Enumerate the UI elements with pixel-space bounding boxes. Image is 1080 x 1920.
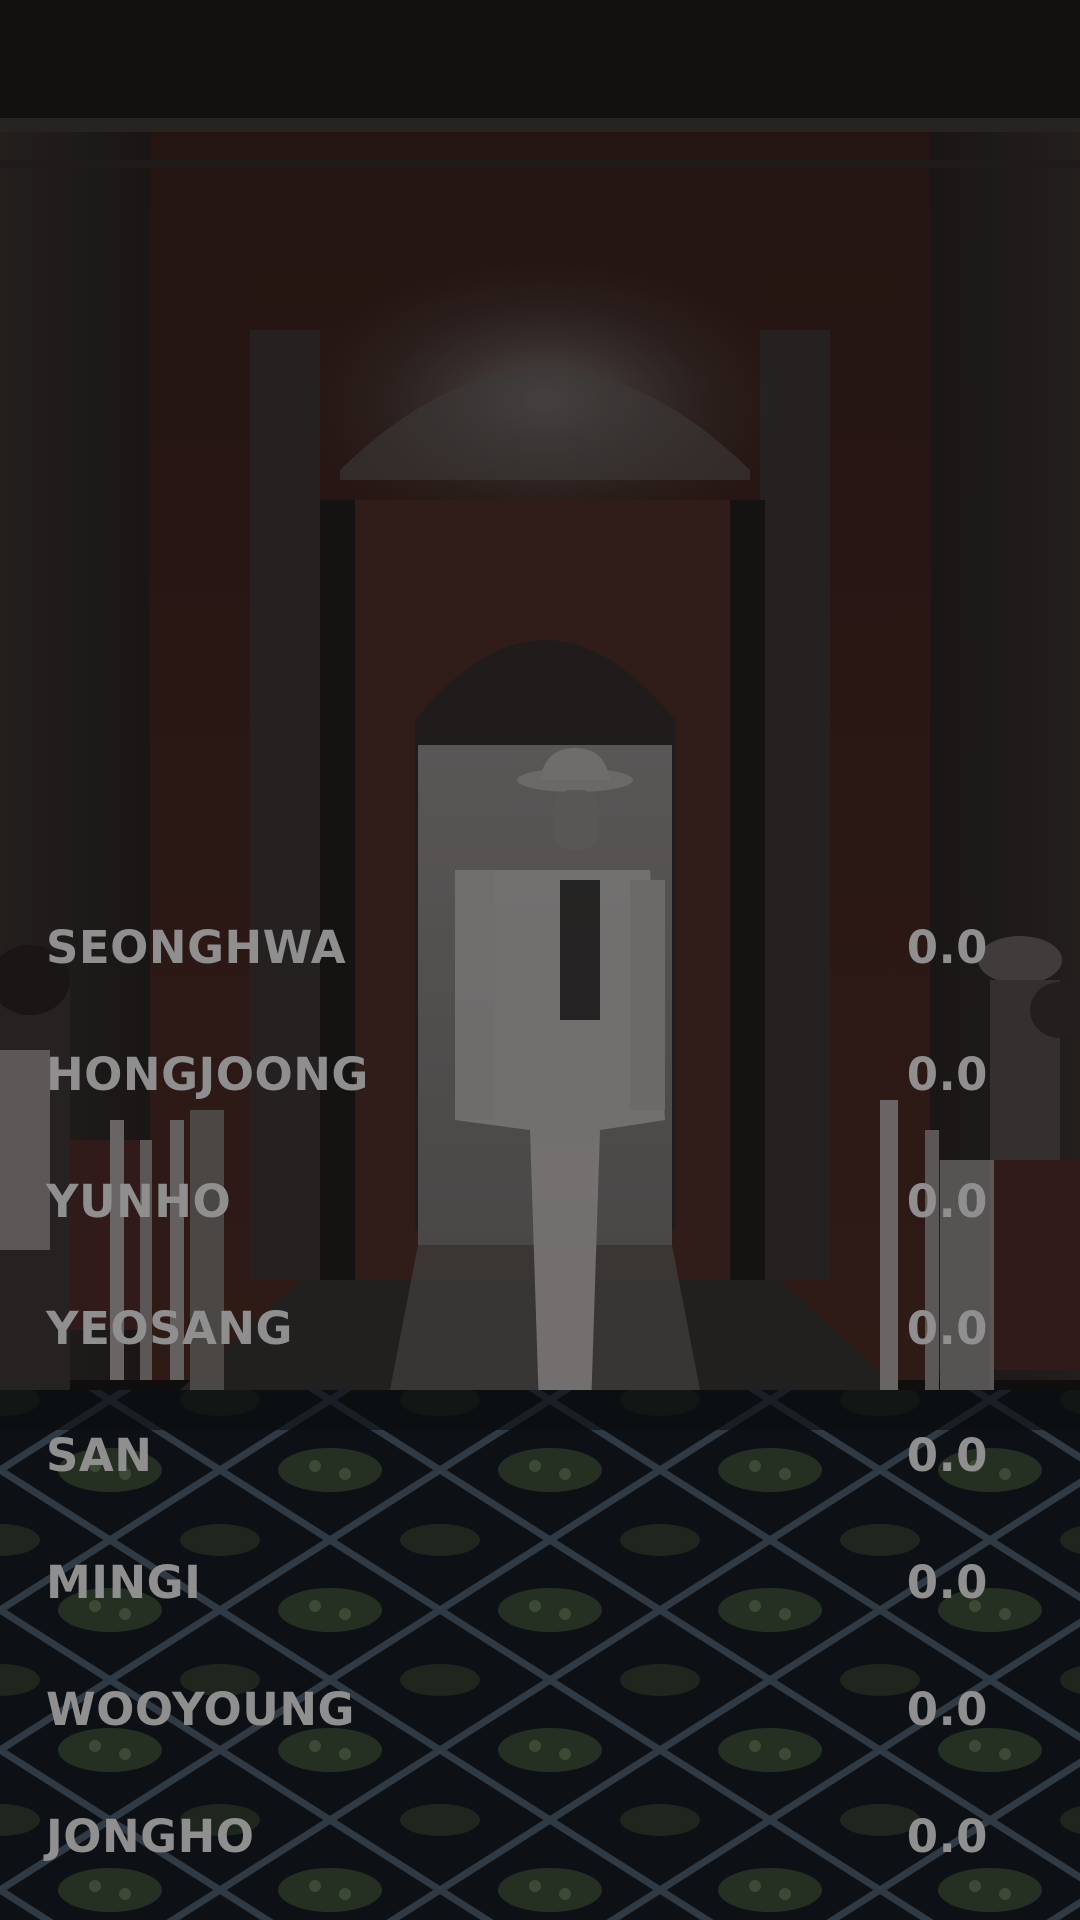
member-row-san: SAN 0.0	[46, 1423, 988, 1487]
member-name: YEOSANG	[46, 1301, 293, 1355]
member-score: 0.0	[906, 920, 988, 974]
video-screen: SEONGHWA 0.0 HONGJOONG 0.0 YUNHO 0.0 YEO…	[0, 0, 1080, 1920]
member-score: 0.0	[906, 1809, 988, 1863]
member-name: JONGHO	[46, 1809, 255, 1863]
member-score: 0.0	[906, 1428, 988, 1482]
member-name: YUNHO	[46, 1174, 232, 1228]
member-row-mingi: MINGI 0.0	[46, 1550, 988, 1614]
member-score-list: SEONGHWA 0.0 HONGJOONG 0.0 YUNHO 0.0 YEO…	[0, 0, 1080, 1920]
member-name: WOOYOUNG	[46, 1682, 355, 1736]
member-row-yeosang: YEOSANG 0.0	[46, 1296, 988, 1360]
member-row-wooyoung: WOOYOUNG 0.0	[46, 1677, 988, 1741]
member-score: 0.0	[906, 1047, 988, 1101]
member-row-seonghwa: SEONGHWA 0.0	[46, 915, 988, 979]
member-row-hongjoong: HONGJOONG 0.0	[46, 1042, 988, 1106]
member-name: MINGI	[46, 1555, 202, 1609]
member-row-jongho: JONGHO 0.0	[46, 1804, 988, 1868]
member-score: 0.0	[906, 1555, 988, 1609]
member-name: SEONGHWA	[46, 920, 347, 974]
member-score: 0.0	[906, 1682, 988, 1736]
member-name: HONGJOONG	[46, 1047, 369, 1101]
member-name: SAN	[46, 1428, 153, 1482]
member-score: 0.0	[906, 1301, 988, 1355]
member-row-yunho: YUNHO 0.0	[46, 1169, 988, 1233]
member-score: 0.0	[906, 1174, 988, 1228]
